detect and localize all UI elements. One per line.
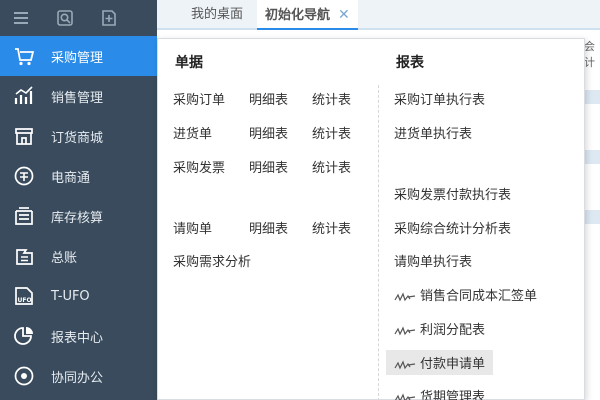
report-payment-request[interactable]: 付款申请单 [386, 350, 494, 375]
purchase-demand-analysis-link[interactable]: 采购需求分析 [173, 251, 251, 270]
purchase-invoice-detail-link[interactable]: 明细表 [249, 157, 288, 176]
sidebar-item-label: 报表中心 [51, 330, 104, 346]
reports-heading: 报表 [396, 55, 424, 71]
ledger-icon [11, 243, 37, 269]
signature-icon [394, 392, 416, 400]
sidebar-item-label: 销售管理 [51, 90, 104, 106]
goods-receipt-stats-link[interactable]: 统计表 [312, 123, 351, 142]
sales-chart-icon [11, 83, 37, 109]
report-label: 付款申请单 [420, 357, 486, 372]
tab-bar: 我的桌面 初始化导航 ✕ [157, 0, 600, 30]
sidebar-item-inventory[interactable]: 库存核算 [0, 196, 157, 236]
sidebar: 采购管理 销售管理 订货商城 电商通 库存核算 总账 UFO T-UFO 报表中 [0, 0, 164, 400]
sidebar-item-ecommerce[interactable]: 电商通 [0, 156, 157, 196]
sidebar-toolbar [0, 0, 157, 36]
column-divider [378, 85, 379, 400]
report-sales-contract-cost[interactable]: 销售合同成本汇签单 [394, 285, 537, 304]
store-icon [11, 123, 37, 149]
sidebar-item-label: 库存核算 [51, 210, 104, 226]
signature-icon [394, 291, 416, 301]
report-purchase-order-exec[interactable]: 采购订单执行表 [394, 89, 485, 108]
background-row [585, 90, 600, 104]
sidebar-item-collaboration[interactable]: 协同办公 [0, 356, 157, 396]
report-label: 利润分配表 [420, 323, 486, 338]
sidebar-item-label: 协同办公 [51, 370, 104, 386]
sidebar-item-sales[interactable]: 销售管理 [0, 76, 157, 116]
report-label: 货期管理表 [420, 390, 486, 400]
sidebar-item-store[interactable]: 订货商城 [0, 116, 157, 156]
report-requisition-exec[interactable]: 请购单执行表 [394, 251, 472, 270]
tab-my-desktop[interactable]: 我的桌面 [191, 0, 243, 30]
svg-text:UFO: UFO [18, 297, 32, 304]
shopping-cart-icon [11, 43, 37, 69]
goods-receipt-link[interactable]: 进货单 [173, 123, 212, 142]
pie-chart-icon [11, 323, 37, 349]
background-text: 会计 [584, 40, 595, 69]
report-profit-distribution[interactable]: 利润分配表 [394, 319, 485, 338]
purchase-order-link[interactable]: 采购订单 [173, 89, 225, 108]
requisition-detail-link[interactable]: 明细表 [249, 218, 288, 237]
purchase-order-detail-link[interactable]: 明细表 [249, 89, 288, 108]
tab-init-guide[interactable]: 初始化导航 ✕ [257, 0, 358, 30]
sidebar-item-tufo[interactable]: UFO T-UFO [0, 276, 157, 316]
sidebar-item-purchase[interactable]: 采购管理 [0, 36, 164, 76]
purchase-order-stats-link[interactable]: 统计表 [312, 89, 351, 108]
tab-init-guide-label: 初始化导航 [265, 8, 331, 23]
goods-receipt-detail-link[interactable]: 明细表 [249, 123, 288, 142]
report-delivery-schedule[interactable]: 货期管理表 [394, 386, 485, 400]
menu-icon[interactable] [12, 9, 30, 27]
close-icon[interactable]: ✕ [338, 7, 350, 23]
report-invoice-payment-exec[interactable]: 采购发票付款执行表 [394, 184, 511, 203]
ecommerce-icon [11, 163, 37, 189]
ufo-icon: UFO [11, 283, 37, 309]
signature-icon [394, 325, 416, 335]
report-purchase-summary[interactable]: 采购综合统计分析表 [394, 218, 511, 237]
sidebar-item-ledger[interactable]: 总账 [0, 236, 157, 276]
background-row [585, 150, 600, 164]
inventory-icon [11, 203, 37, 229]
sidebar-item-label: 订货商城 [51, 130, 104, 146]
background-row [585, 210, 600, 224]
signature-icon [394, 359, 416, 369]
sidebar-item-label: 采购管理 [51, 50, 104, 66]
purchase-invoice-stats-link[interactable]: 统计表 [312, 157, 351, 176]
add-icon[interactable] [100, 9, 118, 27]
sidebar-item-reports[interactable]: 报表中心 [0, 316, 157, 356]
collaboration-icon [11, 363, 37, 389]
sidebar-item-label: 总账 [51, 250, 78, 266]
purchase-invoice-link[interactable]: 采购发票 [173, 157, 225, 176]
report-label: 销售合同成本汇签单 [420, 289, 538, 304]
report-goods-receipt-exec[interactable]: 进货单执行表 [394, 123, 472, 142]
sidebar-menu: 采购管理 销售管理 订货商城 电商通 库存核算 总账 UFO T-UFO 报表中 [0, 36, 164, 396]
search-icon[interactable] [56, 9, 74, 27]
requisition-link[interactable]: 请购单 [173, 218, 212, 237]
sidebar-item-label: 电商通 [51, 170, 91, 186]
documents-heading: 单据 [175, 55, 203, 71]
requisition-stats-link[interactable]: 统计表 [312, 218, 351, 237]
purchase-menu-panel: 单据 报表 采购订单 明细表 统计表 进货单 明细表 统计表 采购发票 明细表 … [157, 38, 585, 400]
sidebar-item-label: T-UFO [51, 288, 90, 304]
